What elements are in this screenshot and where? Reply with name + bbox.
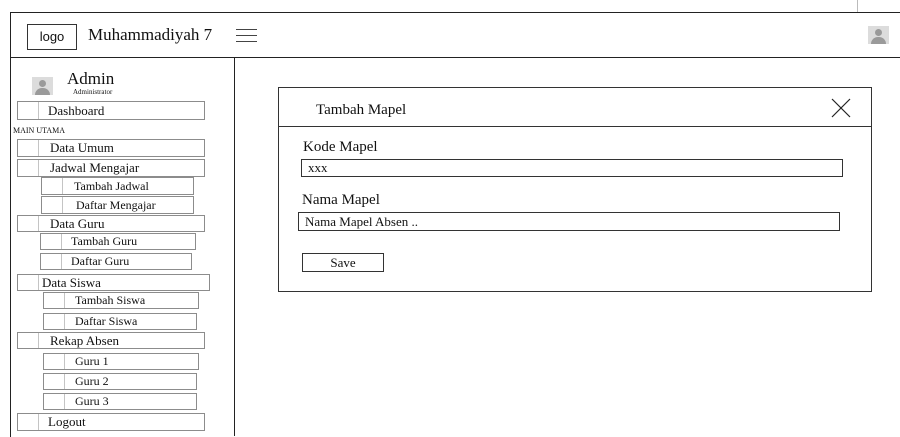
admin-avatar-icon (32, 77, 53, 95)
sidebar-item-label: Daftar Mengajar (76, 197, 156, 212)
sidebar-item-label: Daftar Siswa (75, 314, 138, 328)
close-icon[interactable] (831, 98, 851, 118)
tambah-mapel-modal: Tambah Mapel Kode Mapel Nama Mapel Save (278, 87, 872, 292)
sidebar-item-tambah-jadwal[interactable]: Tambah Jadwal (41, 177, 194, 195)
kode-mapel-input[interactable] (301, 159, 843, 177)
sidebar-item-jadwal-mengajar[interactable]: Jadwal Mengajar (17, 159, 205, 177)
sidebar-item-label: Daftar Guru (71, 254, 130, 268)
sidebar-item-label: Guru 1 (75, 354, 109, 368)
sidebar-item-daftar-siswa[interactable]: Daftar Siswa (43, 313, 197, 330)
frame-tick (857, 0, 858, 12)
admin-role: Administrator (73, 88, 113, 96)
sidebar-item-guru-3[interactable]: Guru 3 (43, 393, 197, 410)
section-label-main: MAIN UTAMA (13, 126, 66, 135)
sidebar-item-tambah-guru[interactable]: Tambah Guru (40, 233, 196, 250)
nama-mapel-label: Nama Mapel (302, 192, 380, 208)
sidebar-item-tambah-siswa[interactable]: Tambah Siswa (43, 292, 199, 309)
sidebar-item-logout[interactable]: Logout (17, 413, 205, 431)
hamburger-menu-icon[interactable] (236, 26, 258, 46)
sidebar-item-label: Data Umum (50, 140, 114, 155)
sidebar-item-guru-2[interactable]: Guru 2 (43, 373, 197, 390)
sidebar-item-label: Jadwal Mengajar (50, 160, 140, 175)
user-avatar-icon[interactable] (868, 26, 889, 44)
sidebar-item-label: Tambah Jadwal (74, 178, 149, 193)
sidebar-item-data-umum[interactable]: Data Umum (17, 139, 205, 157)
sidebar-item-rekap-absen[interactable]: Rekap Absen (17, 332, 205, 349)
logo[interactable]: logo (27, 24, 77, 50)
sidebar-divider (234, 57, 235, 436)
save-button[interactable]: Save (302, 253, 384, 272)
sidebar-item-label: Logout (48, 414, 86, 429)
admin-name: Admin (67, 69, 115, 88)
header-divider (10, 57, 900, 58)
sidebar-item-label: Data Siswa (42, 274, 101, 290)
sidebar-item-label: Tambah Guru (71, 234, 138, 248)
app-title: Muhammadiyah 7 (88, 25, 213, 44)
nama-mapel-input[interactable] (298, 212, 840, 231)
sidebar-item-label: Tambah Siswa (75, 293, 146, 307)
sidebar-item-daftar-mengajar[interactable]: Daftar Mengajar (41, 196, 194, 214)
modal-title: Tambah Mapel (316, 102, 407, 118)
sidebar-item-label: Data Guru (50, 215, 105, 231)
sidebar-item-label: Rekap Absen (50, 332, 119, 348)
sidebar-item-guru-1[interactable]: Guru 1 (43, 353, 199, 370)
sidebar-item-label: Guru 3 (75, 394, 109, 408)
sidebar-item-data-guru[interactable]: Data Guru (17, 215, 205, 232)
sidebar-item-label: Guru 2 (75, 374, 109, 388)
modal-header-divider (279, 126, 871, 127)
sidebar-item-label: Dashboard (48, 102, 105, 118)
kode-mapel-label: Kode Mapel (303, 139, 378, 155)
sidebar-item-data-siswa[interactable]: Data Siswa (17, 274, 210, 291)
sidebar-item-dashboard[interactable]: Dashboard (17, 101, 205, 120)
sidebar-item-daftar-guru[interactable]: Daftar Guru (40, 253, 192, 270)
